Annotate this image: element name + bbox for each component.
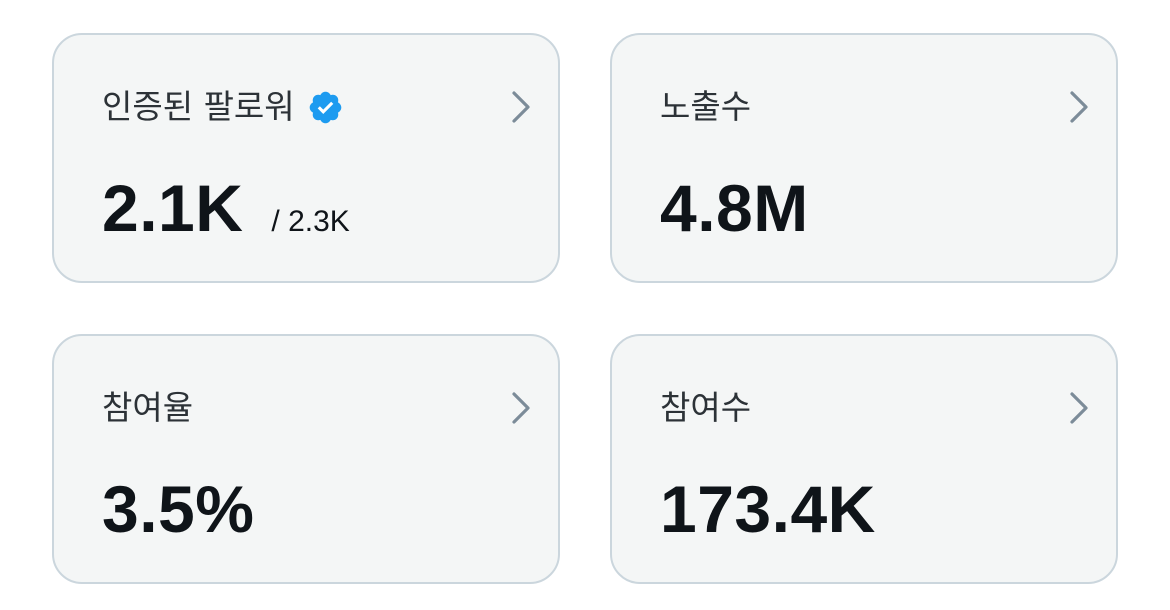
- stat-value-row: 173.4K: [660, 474, 876, 544]
- stat-card-verified-followers[interactable]: 인증된 팔로워 2.1K / 2.3K: [52, 33, 560, 283]
- stat-label: 인증된 팔로워: [102, 87, 295, 126]
- stat-card-engagement-rate[interactable]: 참여율 3.5%: [52, 334, 560, 584]
- stat-card-header: 노출수: [660, 85, 751, 129]
- chevron-right-icon: [1070, 91, 1088, 123]
- stat-label: 참여수: [660, 388, 752, 427]
- stat-card-header: 인증된 팔로워: [102, 85, 344, 129]
- stat-label: 참여율: [102, 388, 194, 427]
- stat-value-row: 4.8M: [660, 173, 809, 243]
- stat-card-header: 참여율: [102, 386, 193, 430]
- stat-value: 3.5%: [102, 472, 255, 546]
- stat-total: / 2.3K: [271, 205, 350, 238]
- verified-badge-icon: [309, 91, 341, 123]
- stat-value: 2.1K: [102, 171, 244, 245]
- chevron-right-icon: [1070, 392, 1088, 424]
- stat-value: 4.8M: [660, 171, 809, 245]
- stat-value-row: 3.5%: [102, 474, 254, 544]
- stat-card-engagements[interactable]: 참여수 173.4K: [610, 334, 1118, 584]
- chevron-right-icon: [512, 392, 530, 424]
- stat-label: 노출수: [660, 87, 752, 126]
- stat-value-row: 2.1K / 2.3K: [102, 173, 350, 243]
- chevron-right-icon: [512, 91, 530, 123]
- stat-value: 173.4K: [660, 472, 876, 546]
- stat-card-header: 참여수: [660, 386, 751, 430]
- stat-card-impressions[interactable]: 노출수 4.8M: [610, 33, 1118, 283]
